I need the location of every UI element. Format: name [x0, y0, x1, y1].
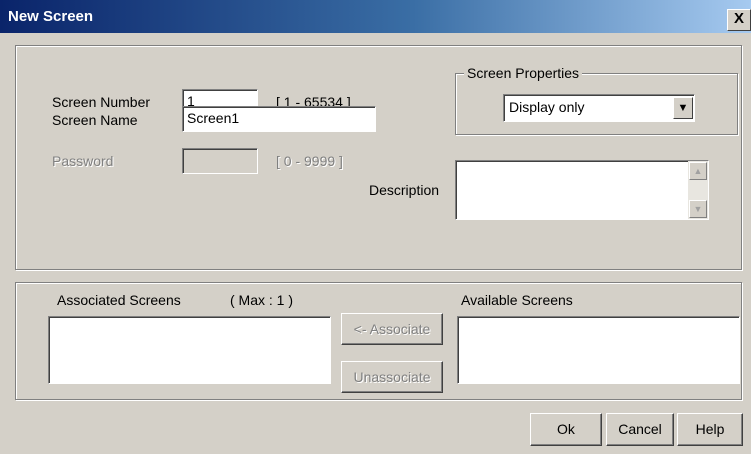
- cancel-button[interactable]: Cancel: [606, 413, 674, 446]
- description-field[interactable]: [455, 160, 709, 220]
- available-screens-label: Available Screens: [461, 292, 573, 308]
- screen-name-label: Screen Name: [52, 112, 138, 128]
- scroll-down-icon[interactable]: ▼: [689, 200, 707, 218]
- window-title: New Screen: [8, 8, 94, 25]
- scroll-up-icon[interactable]: ▲: [689, 162, 707, 180]
- screen-properties-value: Display only: [509, 99, 585, 115]
- close-icon[interactable]: X: [727, 9, 751, 31]
- password-label: Password: [52, 153, 114, 169]
- password-field: [182, 148, 258, 174]
- description-label: Description: [369, 182, 440, 198]
- description-scrollbar[interactable]: ▲ ▼: [688, 161, 708, 219]
- ok-button[interactable]: Ok: [530, 413, 602, 446]
- chevron-down-icon[interactable]: ▼: [673, 97, 693, 119]
- help-button[interactable]: Help: [677, 413, 743, 446]
- associate-button[interactable]: <- Associate: [341, 313, 443, 345]
- screen-name-field[interactable]: Screen1: [182, 106, 376, 132]
- available-screens-list[interactable]: [457, 316, 740, 384]
- associated-screens-list[interactable]: [48, 316, 331, 384]
- password-range: [ 0 - 9999 ]: [276, 153, 343, 169]
- associated-screens-label: Associated Screens: [57, 292, 181, 308]
- screen-properties-legend: Screen Properties: [464, 65, 583, 81]
- associated-max-label: ( Max : 1 ): [230, 292, 294, 308]
- unassociate-button[interactable]: Unassociate: [341, 361, 443, 393]
- screen-properties-select[interactable]: Display only: [503, 94, 695, 122]
- title-bar[interactable]: [0, 0, 751, 33]
- screen-number-label: Screen Number: [52, 94, 151, 110]
